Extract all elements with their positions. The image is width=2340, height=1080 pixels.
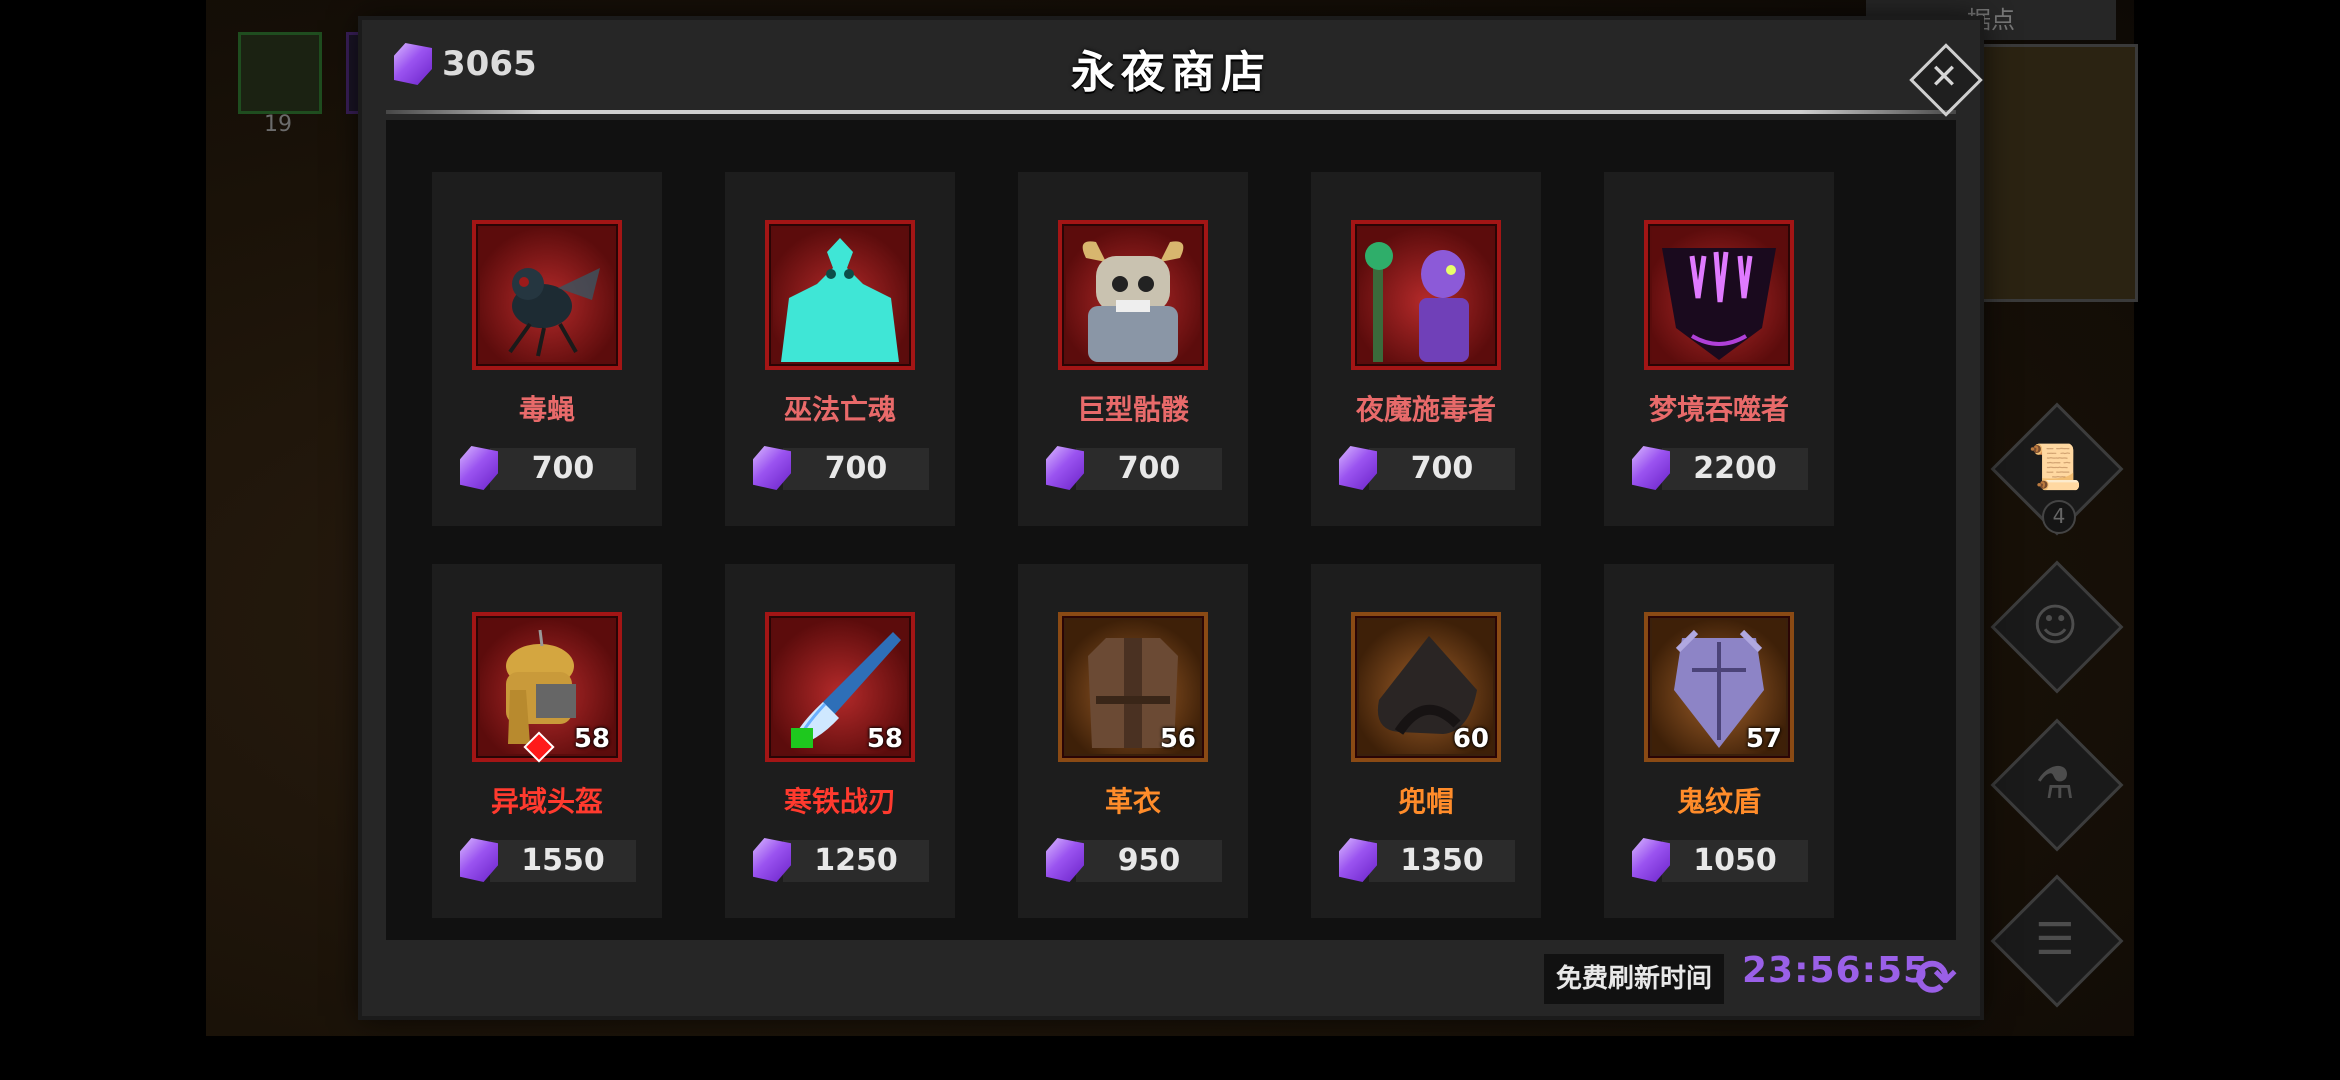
item-icon-frame[interactable]: [765, 220, 915, 370]
item-icon-frame[interactable]: 58: [472, 612, 622, 763]
shop-item-card[interactable]: 60 兜帽 1350: [1311, 564, 1541, 918]
free-refresh-label: 免费刷新时间: [1544, 954, 1725, 1004]
item-level: 56: [1159, 724, 1196, 754]
buy-price-button[interactable]: 950: [1046, 838, 1222, 882]
inventory-slot-count: 19: [264, 112, 292, 137]
quest-count-badge: 4: [2042, 500, 2076, 534]
item-icon-frame[interactable]: 56: [1058, 612, 1208, 762]
shop-item-card[interactable]: 57 鬼纹盾 1050: [1604, 564, 1834, 918]
item-icon-frame[interactable]: 58: [765, 612, 915, 762]
buy-price-button[interactable]: 1550: [460, 838, 636, 882]
title-divider: [386, 110, 1956, 114]
buy-price-button[interactable]: 700: [1046, 446, 1222, 490]
inventory-slot[interactable]: [238, 32, 322, 114]
item-icon-frame[interactable]: 57: [1644, 612, 1794, 762]
shop-item-card[interactable]: 梦境吞噬者 2200: [1604, 172, 1834, 526]
buy-price-button[interactable]: 700: [753, 446, 929, 490]
buy-price-button[interactable]: 1050: [1632, 838, 1808, 882]
wraith-icon: [773, 228, 907, 362]
side-button-heroes[interactable]: ☺: [1990, 560, 2124, 694]
item-name: 异域头盔: [490, 785, 603, 818]
side-button-potions[interactable]: ⚗: [1990, 718, 2124, 852]
potion-icon: ⚗: [2035, 757, 2075, 809]
item-name: 兜帽: [1397, 785, 1454, 818]
item-price: 700: [1410, 451, 1474, 486]
shop-item-card[interactable]: 58 异域头盔 1550: [432, 564, 662, 918]
side-button-menu[interactable]: ☰: [1990, 874, 2124, 1008]
item-level: 58: [866, 724, 903, 754]
shop-item-card[interactable]: 毒蝇 700: [432, 172, 662, 526]
item-price: 700: [531, 451, 595, 486]
close-button[interactable]: ✕: [1908, 42, 1983, 117]
item-name: 梦境吞噬者: [1648, 393, 1789, 426]
item-icon-frame[interactable]: [1644, 220, 1794, 370]
people-icon: ☺: [2032, 599, 2078, 651]
item-grid: 毒蝇 700 巫法亡魂 700 巨型骷髅 700 夜魔施毒者 700 梦境吞噬者 2200 58 异域…: [386, 120, 1956, 940]
item-icon-frame[interactable]: 60: [1351, 612, 1501, 762]
item-name: 夜魔施毒者: [1355, 393, 1496, 426]
shop-panel: 3065 永夜商店 ✕ 毒蝇 700 巫法亡魂 700 巨型骷髅 700 夜魔施毒者 700 梦…: [362, 20, 1983, 1016]
item-price: 1350: [1400, 843, 1484, 878]
skull-icon: [1066, 228, 1200, 362]
item-level: 58: [573, 724, 610, 754]
item-price: 700: [1117, 451, 1181, 486]
item-icon-frame[interactable]: [1058, 220, 1208, 370]
refresh-countdown: 23:56:55: [1742, 950, 1930, 991]
item-icon-frame[interactable]: [1351, 220, 1501, 370]
item-name: 鬼纹盾: [1676, 785, 1761, 818]
item-icon-frame[interactable]: [472, 220, 622, 370]
shop-title: 永夜商店: [1071, 47, 1271, 98]
item-name: 革衣: [1104, 785, 1161, 818]
poisoner-icon: [1359, 228, 1493, 362]
close-icon: ✕: [1929, 57, 1959, 97]
item-price: 1250: [814, 843, 898, 878]
item-price: 1050: [1693, 843, 1777, 878]
item-level: 57: [1745, 724, 1782, 754]
buy-price-button[interactable]: 2200: [1632, 446, 1808, 490]
item-price: 1550: [521, 843, 605, 878]
item-level: 60: [1452, 724, 1489, 754]
shop-item-card[interactable]: 58 寒铁战刃 1250: [725, 564, 955, 918]
side-button-quests[interactable]: 📜 4: [1990, 402, 2124, 536]
refresh-icon: ⟳: [1915, 949, 1957, 1007]
item-price: 950: [1117, 843, 1181, 878]
devourer-icon: [1652, 228, 1786, 362]
shop-item-card[interactable]: 巨型骷髅 700: [1018, 172, 1248, 526]
fly-icon: [480, 228, 614, 362]
item-name: 毒蝇: [518, 393, 575, 426]
list-icon: ☰: [2035, 913, 2075, 965]
item-name: 巫法亡魂: [783, 393, 896, 426]
shop-item-card[interactable]: 56 革衣 950: [1018, 564, 1248, 918]
item-name: 寒铁战刃: [783, 785, 896, 818]
item-name: 巨型骷髅: [1076, 393, 1189, 426]
buy-price-button[interactable]: 700: [1339, 446, 1515, 490]
refresh-button[interactable]: ⟳: [1908, 950, 1964, 1006]
shop-item-card[interactable]: 巫法亡魂 700: [725, 172, 955, 526]
shop-item-card[interactable]: 夜魔施毒者 700: [1311, 172, 1541, 526]
item-price: 700: [824, 451, 888, 486]
item-price: 2200: [1693, 451, 1777, 486]
buy-price-button[interactable]: 700: [460, 446, 636, 490]
buy-price-button[interactable]: 1250: [753, 838, 929, 882]
buy-price-button[interactable]: 1350: [1339, 838, 1515, 882]
